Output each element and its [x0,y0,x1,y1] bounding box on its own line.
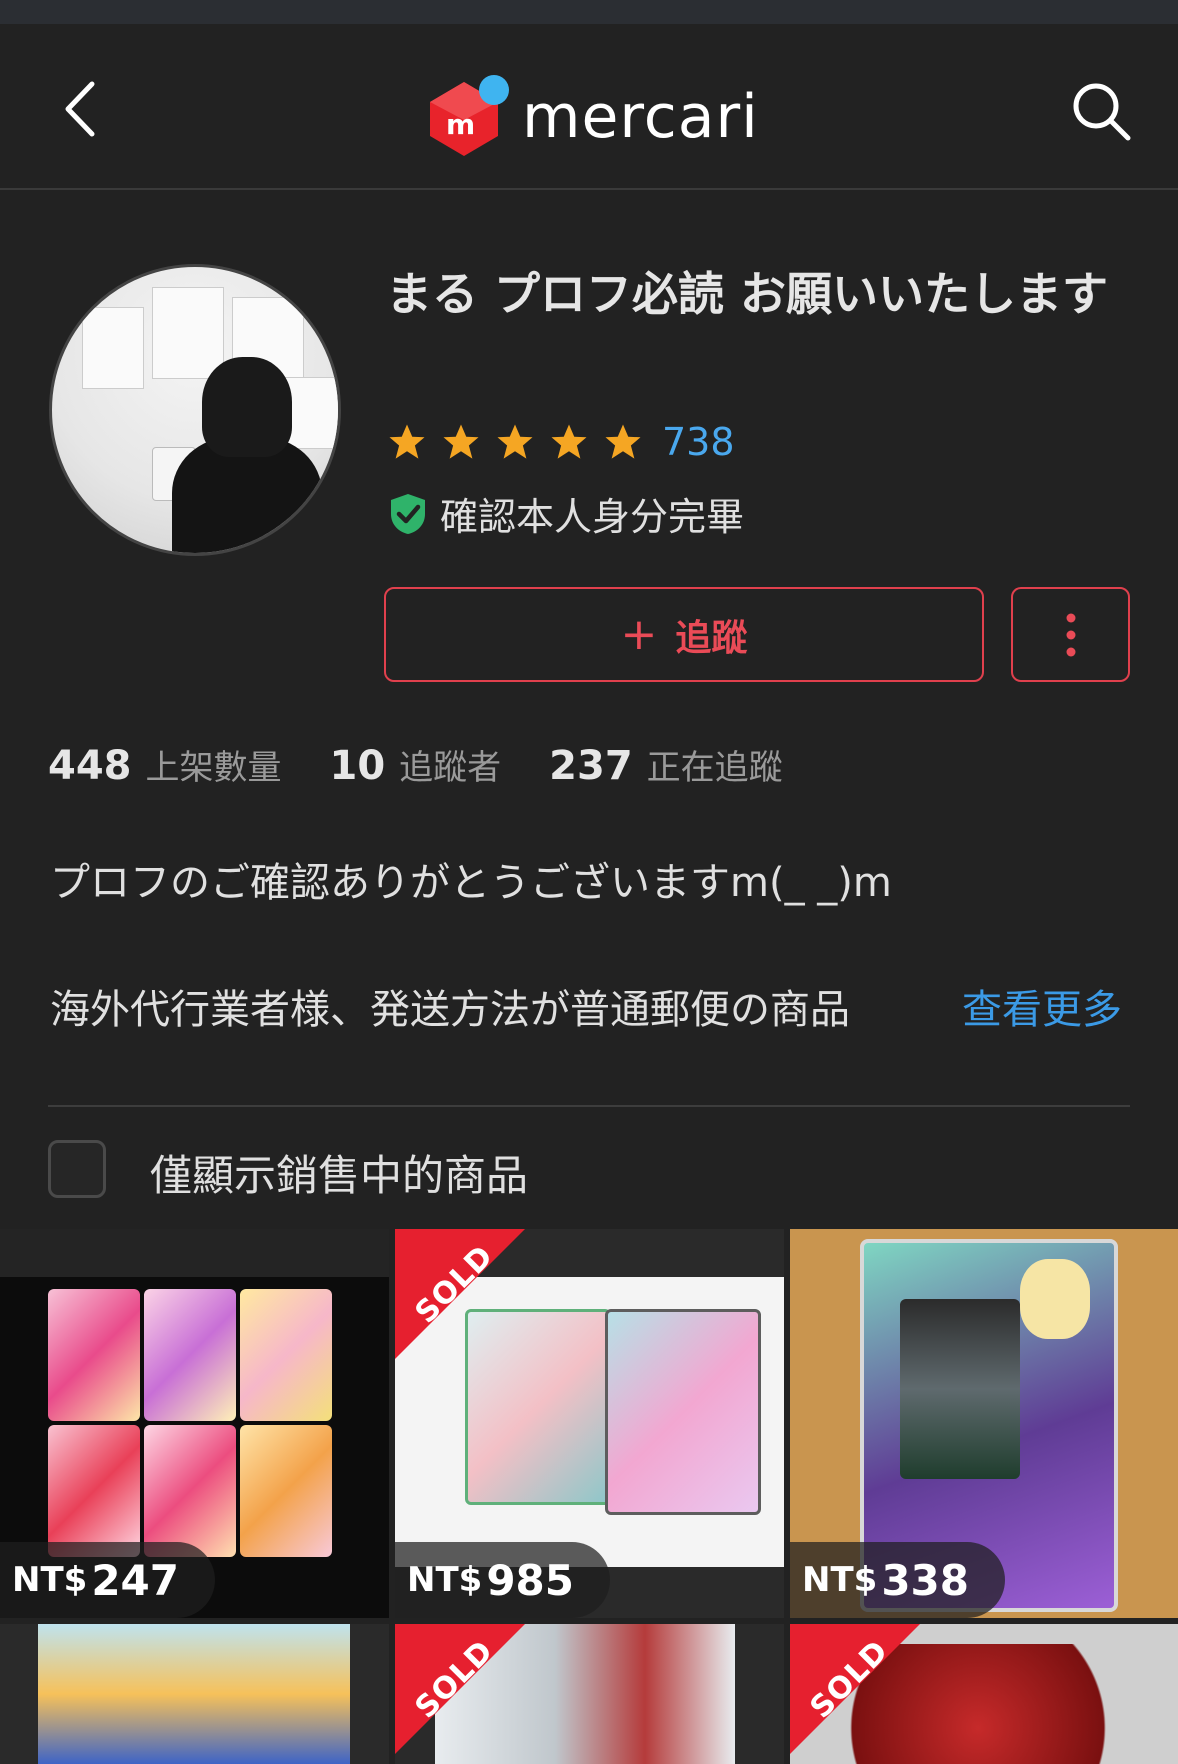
app-header: m mercari [0,24,1178,190]
price-value: 985 [486,1555,574,1605]
price-tag: NT$ 985 [395,1542,610,1618]
item-tile[interactable]: NT$ 247 [0,1229,389,1618]
price-tag: NT$ 247 [0,1542,215,1618]
divider [48,1105,1130,1107]
item-tile[interactable]: NT$ 338 [790,1229,1178,1618]
rating-count[interactable]: 738 [662,420,735,464]
stat-following[interactable]: 237 正在追蹤 [549,740,783,789]
item-grid: NT$ 247 SOLD NT$ 985 NT$ 338 SOLD SOLD [0,1229,1178,1764]
price-tag: NT$ 338 [790,1542,1005,1618]
profile-stats: 448 上架數量 10 追蹤者 237 正在追蹤 [48,740,831,789]
verified-badge: 確認本人身分完畢 [388,486,744,541]
star-icon [443,424,479,459]
item-image [0,1229,389,1277]
star-icon [389,424,425,459]
filter-label[interactable]: 僅顯示銷售中的商品 [150,1142,528,1203]
logo-text: mercari [522,82,759,152]
item-image [38,1624,350,1764]
back-arrow-icon[interactable] [48,74,118,144]
stat-label: 上架數量 [145,748,282,788]
bio-line-2: 海外代行業者様、発送方法が普通郵便の商品 [50,987,850,1033]
stat-label: 正在追蹤 [646,748,783,788]
stat-label: 追蹤者 [399,748,502,788]
svg-text:m: m [446,108,475,141]
more-options-button[interactable] [1011,587,1130,682]
stat-value: 10 [329,743,386,789]
star-icon [551,424,587,459]
price-currency: NT$ [12,1560,88,1600]
mercari-logo[interactable]: m mercari [424,62,759,172]
seller-name: まる プロフ必読 お願いいたします [386,267,1109,321]
item-tile[interactable]: SOLD [395,1624,784,1764]
stat-value: 237 [549,743,633,789]
item-tile[interactable]: SOLD NT$ 985 [395,1229,784,1618]
price-currency: NT$ [407,1560,483,1600]
price-value: 247 [91,1555,179,1605]
stat-value: 448 [48,743,132,789]
see-more-link[interactable]: 查看更多 [956,977,1122,1035]
more-vertical-icon [1066,613,1075,656]
price-value: 338 [881,1555,969,1605]
stat-listings[interactable]: 448 上架數量 [48,740,282,789]
rating[interactable]: 738 [386,420,735,464]
stat-followers[interactable]: 10 追蹤者 [330,740,502,789]
item-tile[interactable]: SOLD [790,1624,1178,1764]
checkbox-icon[interactable] [48,1140,106,1198]
item-tile[interactable] [0,1624,389,1764]
mercari-logo-icon: m [430,75,509,156]
status-bar [0,0,1178,24]
bio-line-1: プロフのご確認ありがとうございますm(_ _)m [50,860,892,906]
follow-label: 追蹤 [675,617,748,659]
avatar[interactable] [49,264,341,556]
price-currency: NT$ [802,1560,878,1600]
star-icon [497,424,533,459]
plus-icon: + [620,608,658,660]
shield-check-icon [391,493,425,534]
star-icon [605,424,641,459]
verified-text: 確認本人身分完畢 [440,495,745,539]
search-icon[interactable] [1066,76,1136,146]
follow-button[interactable]: + 追蹤 [384,587,984,682]
